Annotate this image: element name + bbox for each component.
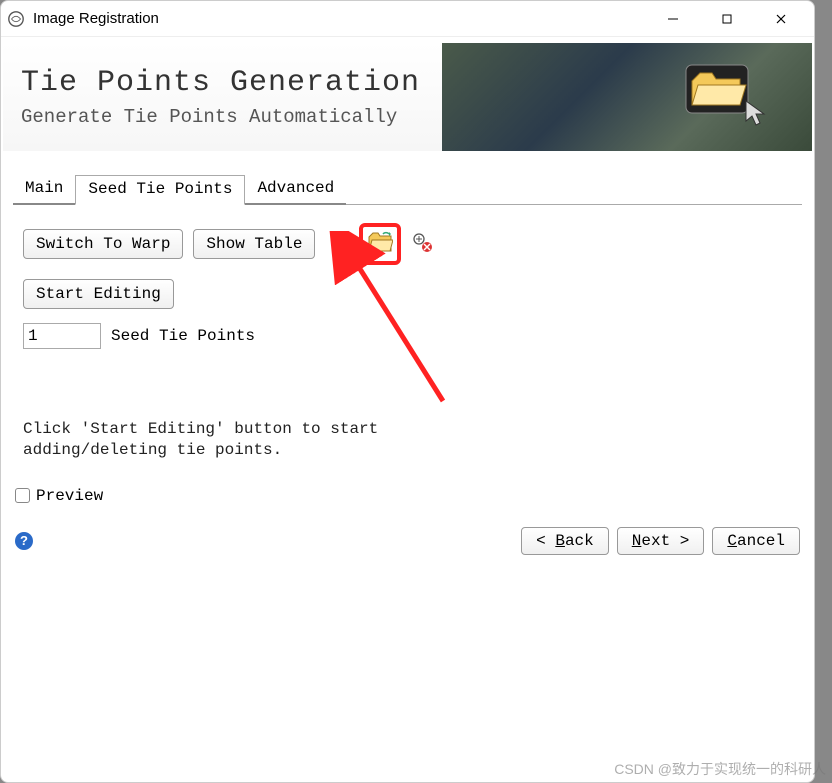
seed-count-row: Seed Tie Points bbox=[23, 323, 792, 349]
help-icon[interactable]: ? bbox=[15, 532, 33, 550]
tab-area: Main Seed Tie Points Advanced Switch To … bbox=[1, 175, 814, 479]
maximize-button[interactable] bbox=[700, 4, 754, 34]
seed-count-label: Seed Tie Points bbox=[111, 327, 255, 345]
back-button[interactable]: < Back bbox=[521, 527, 609, 555]
folder-large-icon bbox=[682, 61, 752, 117]
switch-to-warp-button[interactable]: Switch To Warp bbox=[23, 229, 183, 259]
window-title: Image Registration bbox=[33, 10, 646, 27]
titlebar: Image Registration bbox=[1, 1, 814, 37]
preview-row: Preview bbox=[15, 487, 800, 505]
footer: Preview ? < Back Next > Cancel bbox=[1, 479, 814, 571]
tab-strip: Main Seed Tie Points Advanced bbox=[13, 175, 802, 205]
watermark: CSDN @致力于实现统一的科研人 bbox=[614, 759, 826, 779]
close-button[interactable] bbox=[754, 4, 808, 34]
start-editing-button[interactable]: Start Editing bbox=[23, 279, 174, 309]
minimize-button[interactable] bbox=[646, 4, 700, 34]
start-editing-row: Start Editing bbox=[23, 279, 792, 309]
cursor-icon bbox=[744, 99, 770, 132]
tab-content: Switch To Warp Show Table Start Editing … bbox=[13, 205, 802, 479]
open-folder-icon[interactable] bbox=[367, 231, 393, 258]
banner: Tie Points Generation Generate Tie Point… bbox=[3, 43, 812, 151]
tab-seed-tie-points[interactable]: Seed Tie Points bbox=[75, 175, 245, 205]
preview-checkbox[interactable] bbox=[15, 488, 30, 503]
dialog-window: Image Registration Tie Points Generation… bbox=[0, 0, 815, 783]
banner-subtitle: Generate Tie Points Automatically bbox=[21, 106, 424, 128]
toolbar-row: Switch To Warp Show Table bbox=[23, 223, 792, 265]
tab-advanced[interactable]: Advanced bbox=[245, 175, 346, 205]
app-icon bbox=[7, 10, 25, 28]
cancel-button[interactable]: Cancel bbox=[712, 527, 800, 555]
nav-buttons: < Back Next > Cancel bbox=[521, 527, 800, 555]
open-file-highlight bbox=[359, 223, 401, 265]
show-table-button[interactable]: Show Table bbox=[193, 229, 315, 259]
next-button[interactable]: Next > bbox=[617, 527, 705, 555]
footer-buttons: ? < Back Next > Cancel bbox=[15, 527, 800, 555]
window-controls bbox=[646, 4, 808, 34]
delete-points-icon[interactable] bbox=[411, 231, 433, 258]
banner-text-area: Tie Points Generation Generate Tie Point… bbox=[3, 43, 442, 151]
seed-count-input[interactable] bbox=[23, 323, 101, 349]
preview-label: Preview bbox=[36, 487, 103, 505]
tab-main[interactable]: Main bbox=[13, 175, 75, 205]
hint-text: Click 'Start Editing' button to start ad… bbox=[23, 419, 443, 461]
banner-image bbox=[442, 43, 812, 151]
banner-title: Tie Points Generation bbox=[21, 66, 424, 100]
